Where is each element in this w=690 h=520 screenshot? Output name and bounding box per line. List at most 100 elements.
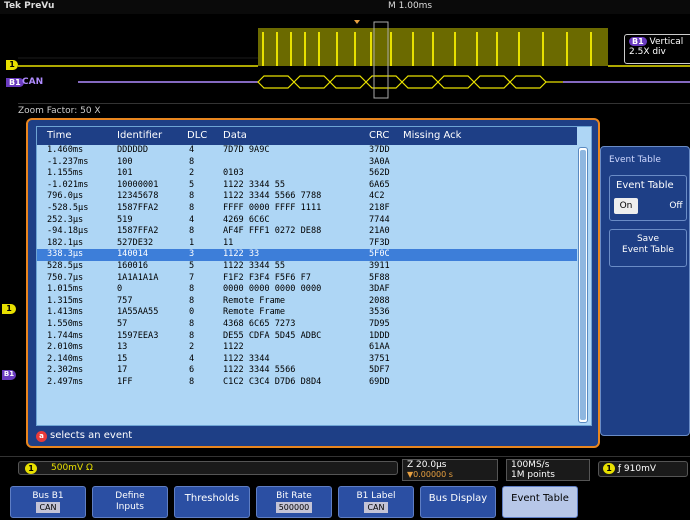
cell-crc: 562D xyxy=(369,168,390,179)
cell-time: 1.315ms xyxy=(47,295,84,306)
table-row[interactable]: 1.315ms 757 8 Remote Frame 2088 xyxy=(37,296,577,308)
cell-time: 182.1µs xyxy=(47,237,84,248)
event-table-scrollbar[interactable] xyxy=(578,147,588,423)
table-row[interactable]: 182.1µs 527DE32 1 11 7F3D xyxy=(37,238,577,250)
trigger-source-badge: 1 xyxy=(603,463,615,474)
table-row[interactable]: -1.237ms 100 8 3A0A xyxy=(37,157,577,169)
acquisition-readout[interactable]: 100MS/s 1M points xyxy=(506,459,590,481)
ch1-status-readout[interactable]: 1 500mV Ω xyxy=(18,461,398,475)
ch1-burst xyxy=(258,28,608,66)
cell-time: 796.0µs xyxy=(47,191,84,202)
event-table-on-option[interactable]: On xyxy=(614,198,638,214)
cell-crc: 3536 xyxy=(369,307,390,318)
cell-dlc: 8 xyxy=(189,318,195,329)
bit-rate-value: 500000 xyxy=(275,502,313,513)
cell-identifier: 527DE32 xyxy=(117,237,154,248)
table-row[interactable]: 2.302ms 17 6 1122 3344 5566 5DF7 xyxy=(37,365,577,377)
cell-dlc: 8 xyxy=(189,156,195,167)
cell-data: Remote Frame xyxy=(223,295,286,306)
horizontal-readout[interactable]: Z 20.0µs ▼0.00000 s xyxy=(402,459,498,481)
b1-label-button[interactable]: B1 Label CAN xyxy=(338,486,414,518)
cell-data: F1F2 F3F4 F5F6 F7 xyxy=(223,272,311,283)
cell-time: 1.550ms xyxy=(47,318,84,329)
cell-time: -1.237ms xyxy=(47,156,89,167)
event-table-button[interactable]: Event Table xyxy=(502,486,578,518)
cell-data: 7D7D 9A9C xyxy=(223,145,270,155)
thresholds-button[interactable]: Thresholds xyxy=(174,486,250,518)
table-row[interactable]: 1.015ms 0 8 0000 0000 0000 0000 3DAF xyxy=(37,284,577,296)
trigger-readout[interactable]: 1 ƒ 910mV xyxy=(598,461,688,477)
b1-marker: B1 xyxy=(2,370,16,380)
cell-identifier: 1FF xyxy=(117,376,133,387)
cell-dlc: 4 xyxy=(189,145,195,155)
ch1-marker: 1 xyxy=(2,304,16,314)
cell-data: C1C2 C3C4 D7D6 D8D4 xyxy=(223,376,322,387)
table-row[interactable]: -94.18µs 1587FFA2 8 AF4F FFF1 0272 DE88 21A0 xyxy=(37,226,577,238)
bottom-softkey-bar: Bus B1 CAN Define Inputs Thresholds Bit … xyxy=(0,482,690,520)
cell-dlc: 3 xyxy=(189,249,195,260)
cell-crc: 37DD xyxy=(369,145,390,155)
cell-time: 2.497ms xyxy=(47,376,84,387)
event-table: Time Identifier DLC Data CRC Missing Ack… xyxy=(36,126,592,426)
cell-crc: 7F3D xyxy=(369,237,390,248)
b1-label-label: B1 Label xyxy=(356,491,396,501)
b1-label-value: CAN xyxy=(364,502,388,513)
save-event-table-button[interactable]: Save Event Table xyxy=(609,229,687,267)
table-row[interactable]: 1.744ms 1597EEA3 8 DE55 CDFA 5D45 ADBC 1DDD xyxy=(37,331,577,343)
cell-time: 2.010ms xyxy=(47,342,84,353)
cell-identifier: 13 xyxy=(117,342,128,353)
table-row[interactable]: 1.413ms 1A55AA55 0 Remote Frame 3536 xyxy=(37,307,577,319)
table-row[interactable]: 252.3µs 519 4 4269 6C6C 7744 xyxy=(37,215,577,227)
table-row[interactable]: 1.460ms DDDDDD 4 7D7D 9A9C 37DD xyxy=(37,145,577,157)
table-row[interactable]: -1.021ms 10000001 5 1122 3344 55 6A65 xyxy=(37,180,577,192)
cell-time: 338.3µs xyxy=(47,249,84,260)
cell-dlc: 7 xyxy=(189,272,195,283)
bus-select-button[interactable]: Bus B1 CAN xyxy=(10,486,86,518)
define-inputs-label-1: Define xyxy=(115,491,145,501)
table-row[interactable]: 528.5µs 160016 5 1122 3344 55 3911 xyxy=(37,261,577,273)
thresholds-label: Thresholds xyxy=(184,493,240,504)
trigger-level: ƒ 910mV xyxy=(617,464,657,474)
cell-time: 1.460ms xyxy=(47,145,84,155)
table-row[interactable]: 2.140ms 15 4 1122 3344 3751 xyxy=(37,354,577,366)
bit-rate-button[interactable]: Bit Rate 500000 xyxy=(256,486,332,518)
define-inputs-button[interactable]: Define Inputs xyxy=(92,486,168,518)
cell-dlc: 4 xyxy=(189,214,195,225)
cell-dlc: 1 xyxy=(189,237,195,248)
cell-data: 1122 3344 5566 7788 xyxy=(223,191,322,202)
cell-crc: 3A0A xyxy=(369,156,390,167)
ch1-marker-top: 1 xyxy=(6,60,18,70)
table-row[interactable]: 2.497ms 1FF 8 C1C2 C3C4 D7D6 D8D4 69DD xyxy=(37,377,577,389)
cell-crc: 5F0C xyxy=(369,249,390,260)
cell-crc: 7D95 xyxy=(369,318,390,329)
cell-identifier: 1A1A1A1A xyxy=(117,272,159,283)
scrollbar-thumb[interactable] xyxy=(580,150,586,420)
cell-crc: 61AA xyxy=(369,342,390,353)
cell-identifier: 0 xyxy=(117,284,123,295)
cell-time: 750.7µs xyxy=(47,272,84,283)
event-table-off-option[interactable]: Off xyxy=(666,198,686,214)
table-row[interactable]: 750.7µs 1A1A1A1A 7 F1F2 F3F4 F5F6 F7 5F88 xyxy=(37,273,577,285)
table-row[interactable]: 796.0µs 12345678 8 1122 3344 5566 7788 4C2 xyxy=(37,191,577,203)
cell-data: 1122 3344 55 xyxy=(223,179,286,190)
table-row[interactable]: -528.5µs 1587FFA2 8 FFFF 0000 FFFF 1111 218F xyxy=(37,203,577,215)
table-row[interactable]: 1.550ms 57 8 4368 6C65 7273 7D95 xyxy=(37,319,577,331)
cell-data: FFFF 0000 FFFF 1111 xyxy=(223,202,322,213)
col-header-identifier: Identifier xyxy=(117,130,163,141)
cell-crc: 5F88 xyxy=(369,272,390,283)
save-label-line2: Event Table xyxy=(622,245,674,255)
cell-crc: 69DD xyxy=(369,376,390,387)
table-row[interactable]: 1.155ms 101 2 0103 562D xyxy=(37,168,577,180)
cell-crc: 5DF7 xyxy=(369,365,390,376)
selects-event-hint: a selects an event xyxy=(36,430,132,442)
table-row[interactable]: 2.010ms 13 2 1122 61AA xyxy=(37,342,577,354)
event-table-toggle[interactable]: Event Table On Off xyxy=(609,175,687,221)
bus-display-button[interactable]: Bus Display xyxy=(420,486,496,518)
cell-crc: 218F xyxy=(369,202,390,213)
cell-dlc: 8 xyxy=(189,191,195,202)
vertical-bus-badge: B1 xyxy=(629,37,647,46)
table-row[interactable]: 338.3µs 140014 3 1122 33 5F0C xyxy=(37,249,577,261)
cell-identifier: 1587FFA2 xyxy=(117,226,159,237)
cell-identifier: 15 xyxy=(117,353,128,364)
event-table-window: Time Identifier DLC Data CRC Missing Ack… xyxy=(26,118,600,448)
